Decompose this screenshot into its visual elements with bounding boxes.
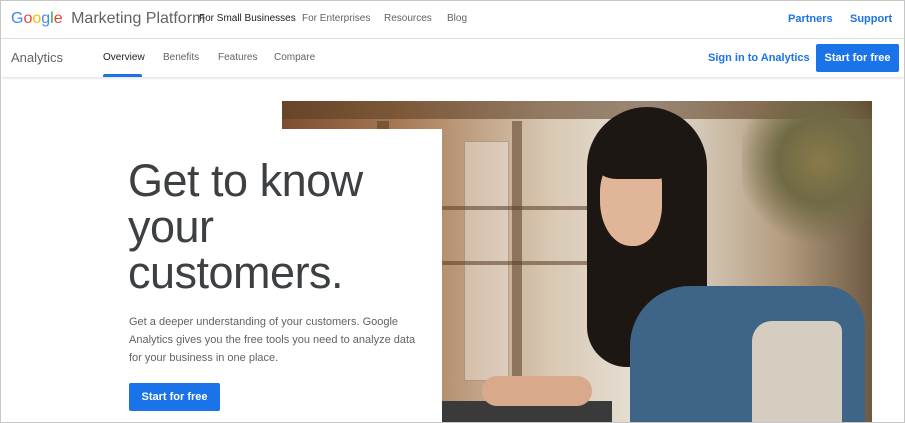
logo-letter: o <box>32 10 42 27</box>
active-tab-indicator <box>103 74 142 77</box>
browser-viewport: Google Marketing Platform For Small Busi… <box>0 0 905 423</box>
sign-in-link[interactable]: Sign in to Analytics <box>708 52 810 64</box>
headline-line: Get to know <box>128 155 363 206</box>
logo-letter: g <box>41 10 51 27</box>
logo-letter: G <box>11 10 24 27</box>
hero-description: Get a deeper understanding of your custo… <box>129 316 416 364</box>
google-marketing-platform-logo[interactable]: Google Marketing Platform <box>11 10 205 28</box>
tab-overview[interactable]: Overview <box>103 52 145 63</box>
brand-platform-text: Marketing Platform <box>71 10 206 27</box>
logo-letter: e <box>53 10 63 27</box>
support-link[interactable]: Support <box>850 13 892 25</box>
top-navigation: Google Marketing Platform For Small Busi… <box>1 1 904 39</box>
hero-start-for-free-button[interactable]: Start for free <box>129 383 220 411</box>
tab-benefits[interactable]: Benefits <box>163 52 199 63</box>
product-name[interactable]: Analytics <box>11 50 63 65</box>
partners-link[interactable]: Partners <box>788 13 833 25</box>
nav-for-small-businesses[interactable]: For Small Businesses <box>199 13 296 24</box>
nav-for-enterprises[interactable]: For Enterprises <box>302 13 370 24</box>
nav-resources[interactable]: Resources <box>384 13 432 24</box>
nav-blog[interactable]: Blog <box>447 13 467 24</box>
hero-headline: Get to know your customers. <box>128 158 428 296</box>
tab-features[interactable]: Features <box>218 52 257 63</box>
headline-line: customers. <box>128 247 344 298</box>
start-for-free-button[interactable]: Start for free <box>816 44 899 72</box>
tab-compare[interactable]: Compare <box>274 52 315 63</box>
product-navigation: Analytics Overview Benefits Features Com… <box>1 39 904 77</box>
headline-line: your <box>128 201 214 252</box>
